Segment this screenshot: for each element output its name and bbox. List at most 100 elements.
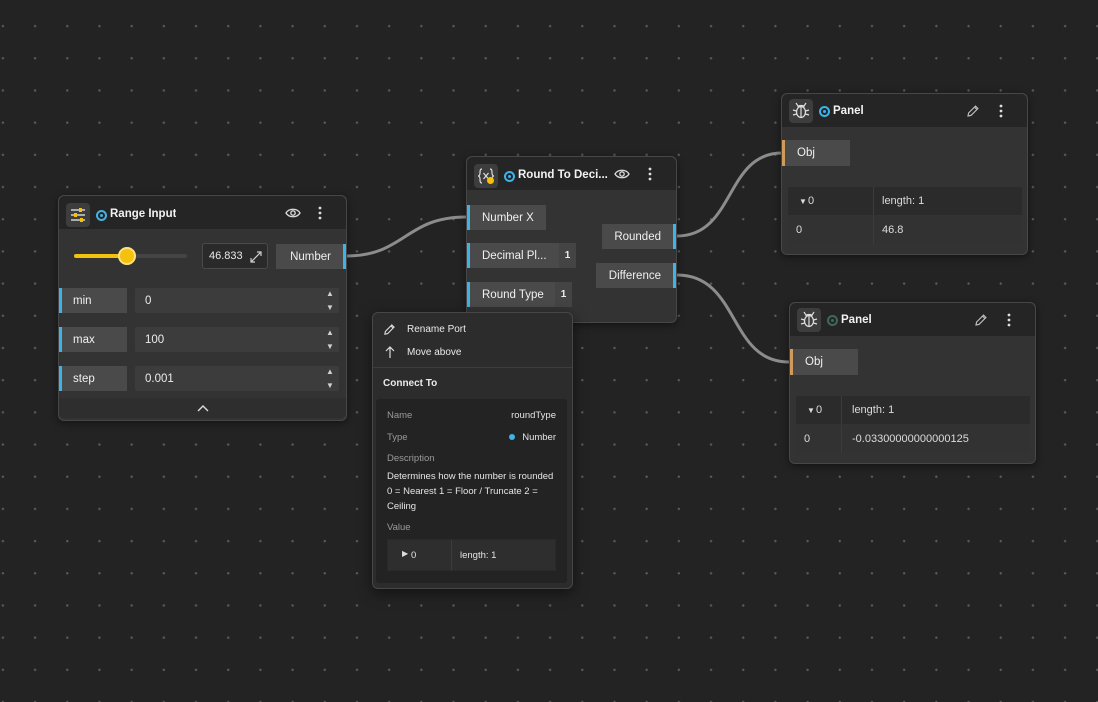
pencil-icon[interactable] (964, 102, 982, 120)
bug-icon (797, 308, 821, 332)
output-port-difference[interactable]: Difference (596, 263, 676, 288)
output-port-rounded[interactable]: Rounded (602, 224, 676, 249)
stepper-max[interactable]: ▲ ▼ (323, 328, 337, 351)
menu-item-label: Rename Port (407, 323, 466, 335)
round-type-badge[interactable]: 1 (555, 282, 572, 307)
collapse-button[interactable] (59, 398, 346, 418)
chevron-down-icon[interactable]: ▼ (807, 406, 815, 415)
input-port-round-type[interactable]: Round Type (467, 282, 555, 307)
description-line-3: Ceiling (387, 501, 417, 512)
eye-icon[interactable] (613, 165, 631, 183)
field-input-min[interactable]: 0 (135, 288, 339, 313)
menu-item-rename-port[interactable]: Rename Port (383, 321, 466, 337)
status-indicator (819, 106, 830, 117)
kebab-icon[interactable] (641, 165, 659, 183)
input-port-obj[interactable]: Obj (782, 140, 850, 166)
column-divider (873, 187, 874, 215)
type-value: Number (522, 432, 556, 443)
row-index: 0 (796, 224, 803, 236)
menu-item-label: Move above (407, 346, 462, 358)
slider-thumb[interactable] (117, 247, 136, 265)
header-index: 0 (816, 404, 823, 416)
chevron-down-icon[interactable]: ▼ (326, 303, 334, 312)
table-header-row[interactable]: ▼ 0 length: 1 (796, 396, 1030, 424)
data-table: ▼ 0 length: 1 0 -0.03300000000000125 (796, 396, 1030, 455)
field-input-step[interactable]: 0.001 (135, 366, 339, 391)
name-value: roundType (511, 410, 556, 421)
value-table-header[interactable]: ▶ 0 length: 1 (387, 539, 556, 571)
wire-number-to-numberx[interactable] (345, 215, 467, 258)
panel-node-1[interactable]: Panel Obj ▼ 0 length: 1 0 46.8 (781, 93, 1028, 255)
input-port-decimal-places[interactable]: Decimal Pl... (467, 243, 559, 268)
field-label-min: min (59, 288, 127, 313)
field-label-step: step (59, 366, 127, 391)
input-port-obj[interactable]: Obj (790, 349, 858, 375)
sliders-icon (66, 203, 90, 227)
port-info-card: Name roundType Type Number Description D… (376, 399, 567, 583)
panel-node-2[interactable]: Panel Obj ▼ 0 length: 1 0 -0.03300000000… (789, 302, 1036, 464)
menu-divider (373, 367, 572, 368)
node-title: Panel (833, 105, 864, 117)
node-title: Panel (841, 314, 872, 326)
chevron-down-icon[interactable]: ▼ (326, 342, 334, 351)
header-index: 0 (808, 195, 815, 207)
field-label-max: max (59, 327, 127, 352)
name-label: Name (387, 410, 413, 421)
chevron-up-icon[interactable]: ▲ (326, 328, 334, 337)
slider-value-box[interactable]: 46.833 (202, 243, 268, 269)
input-port-number-x[interactable]: Number X (467, 205, 546, 230)
arrow-up-icon (385, 345, 395, 358)
row-index: 0 (804, 433, 811, 445)
length-label: length: 1 (882, 195, 925, 207)
expand-icon[interactable] (250, 250, 262, 268)
field-input-max[interactable]: 100 (135, 327, 339, 352)
value-length: length: 1 (460, 550, 497, 561)
description-line-2: 0 = Nearest 1 = Floor / Truncate 2 = (387, 486, 538, 497)
type-label: Type (387, 432, 408, 443)
menu-item-move-above[interactable]: Move above (385, 344, 461, 360)
decimal-places-badge[interactable]: 1 (559, 243, 576, 268)
description-label: Description (387, 453, 435, 464)
kebab-icon[interactable] (1000, 311, 1018, 329)
pencil-icon (384, 323, 395, 335)
function-x-icon (474, 164, 498, 188)
chevron-up-icon[interactable]: ▲ (326, 289, 334, 298)
type-dot (509, 434, 515, 440)
wire-difference-to-panel2[interactable] (676, 273, 790, 364)
menu-item-label: Connect To (383, 377, 438, 389)
status-indicator (827, 315, 838, 326)
kebab-icon[interactable] (992, 102, 1010, 120)
slider-value: 46.833 (209, 250, 243, 262)
table-row: 0 46.8 (788, 216, 1022, 244)
value-index: 0 (411, 550, 417, 561)
row-value: 46.8 (882, 224, 904, 236)
output-port-number[interactable]: Number (276, 244, 346, 269)
range-input-node[interactable]: Range Input 46.833 Number min 0 ▲ ▼ max 1… (58, 195, 347, 421)
stepper-min[interactable]: ▲ ▼ (323, 289, 337, 312)
kebab-icon[interactable] (311, 204, 329, 222)
chevron-down-icon[interactable]: ▼ (799, 197, 807, 206)
table-header-row[interactable]: ▼ 0 length: 1 (788, 187, 1022, 215)
status-indicator (96, 210, 107, 221)
stepper-step[interactable]: ▲ ▼ (323, 367, 337, 390)
chevron-down-icon[interactable]: ▼ (326, 381, 334, 390)
round-to-decimal-node[interactable]: Round To Deci... Number X Decimal Pl... … (466, 156, 677, 323)
chevron-up-icon[interactable]: ▲ (326, 367, 334, 376)
pencil-icon[interactable] (972, 311, 990, 329)
chevron-right-icon[interactable]: ▶ (402, 549, 408, 558)
node-title: Range Input (110, 208, 177, 220)
row-value: -0.03300000000000125 (852, 433, 969, 445)
value-slider[interactable] (74, 247, 187, 265)
description-line-1: Determines how the number is rounded (387, 471, 554, 482)
eye-icon[interactable] (284, 204, 302, 222)
status-indicator (504, 171, 515, 182)
value-label: Value (387, 522, 411, 533)
menu-item-connect-to[interactable]: Connect To (383, 375, 437, 391)
column-divider (451, 540, 452, 570)
table-row: 0 -0.03300000000000125 (796, 425, 1030, 453)
column-divider (841, 396, 842, 424)
bug-icon (789, 99, 813, 123)
wire-rounded-to-panel1[interactable] (676, 151, 783, 238)
node-title: Round To Deci... (518, 169, 608, 181)
data-table: ▼ 0 length: 1 0 46.8 (788, 187, 1022, 246)
